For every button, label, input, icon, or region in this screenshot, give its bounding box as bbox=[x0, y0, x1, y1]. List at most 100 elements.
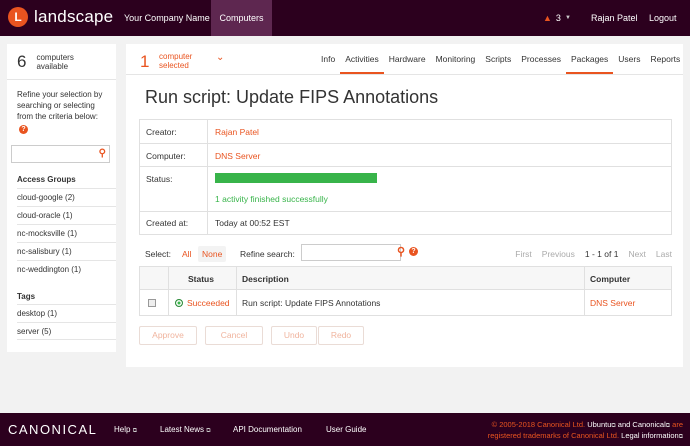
row-description: Run script: Update FIPS Annotations bbox=[242, 298, 381, 308]
selected-label[interactable]: computer selected bbox=[159, 52, 209, 70]
access-group-item[interactable]: nc-salisbury (1) bbox=[17, 242, 116, 260]
undo-button[interactable]: Undo bbox=[271, 326, 317, 345]
tab-processes[interactable]: Processes bbox=[516, 44, 566, 74]
footer-guide-link[interactable]: User Guide bbox=[326, 425, 366, 434]
pagination: First Previous 1 - 1 of 1 Next Last bbox=[515, 249, 672, 259]
column-divider bbox=[584, 267, 585, 315]
first-page-link[interactable]: First bbox=[515, 249, 532, 259]
main-panel: 1 computer selected ⌄ Info Activities Ha… bbox=[126, 44, 683, 367]
divider bbox=[7, 79, 116, 80]
ubuntu-link[interactable]: Ubuntu bbox=[587, 420, 611, 429]
tab-scripts[interactable]: Scripts bbox=[480, 44, 516, 74]
created-value: Today at 00:52 EST bbox=[215, 218, 290, 228]
row-computer-link[interactable]: DNS Server bbox=[590, 298, 635, 308]
computer-label: Computer: bbox=[146, 151, 186, 161]
status-progress-bar bbox=[215, 173, 377, 183]
legal-notice: © 2005-2018 Canonical Ltd. Ubuntu⧉ and C… bbox=[468, 420, 683, 442]
select-label: Select: bbox=[145, 249, 171, 259]
computers-count: 6 computers available bbox=[17, 52, 86, 72]
external-link-icon: ⧉ bbox=[132, 428, 137, 434]
status-column-header[interactable]: Status bbox=[188, 274, 214, 284]
nav-company-link[interactable]: Your Company Name bbox=[114, 0, 220, 36]
search-icon[interactable]: ⚲ bbox=[397, 245, 405, 258]
refine-search-input[interactable] bbox=[301, 244, 401, 261]
access-group-item[interactable]: nc-weddington (1) bbox=[17, 260, 116, 278]
access-group-item[interactable]: cloud-oracle (1) bbox=[17, 206, 116, 224]
row-status-text: Succeeded bbox=[187, 298, 230, 308]
alert-count: 3 bbox=[555, 13, 561, 23]
status-text: 1 activity finished successfully bbox=[215, 194, 328, 204]
tab-info[interactable]: Info bbox=[316, 44, 340, 74]
alerts-menu[interactable]: ▲ 3 ▼ bbox=[543, 0, 571, 36]
top-navigation-bar: L landscape Your Company Name Computers … bbox=[0, 0, 690, 36]
tab-monitoring[interactable]: Monitoring bbox=[431, 44, 481, 74]
select-all-link[interactable]: All bbox=[182, 249, 191, 259]
landscape-logo-icon: L bbox=[8, 7, 28, 27]
redo-button[interactable]: Redo bbox=[318, 326, 364, 345]
selected-count[interactable]: 1 bbox=[140, 52, 149, 72]
progress-fill bbox=[215, 173, 377, 183]
help-icon[interactable]: ? bbox=[19, 125, 28, 134]
row-divider bbox=[140, 143, 671, 144]
help-link-text: Help bbox=[114, 425, 131, 434]
divider bbox=[126, 74, 683, 75]
copyright-text: © 2005-2018 Canonical Ltd. bbox=[491, 420, 586, 429]
tag-item[interactable]: desktop (1) bbox=[17, 304, 116, 322]
previous-page-link[interactable]: Previous bbox=[542, 249, 575, 259]
next-page-link[interactable]: Next bbox=[628, 249, 645, 259]
logo-text: landscape bbox=[34, 7, 114, 26]
activities-table: Status Description Computer Succeeded Ru… bbox=[139, 266, 672, 316]
external-link-icon: ⧉ bbox=[611, 423, 616, 429]
tags-heading: Tags bbox=[17, 292, 36, 301]
help-icon[interactable]: ? bbox=[409, 247, 418, 256]
access-group-item[interactable]: nc-mocksville (1) bbox=[17, 224, 116, 242]
row-divider bbox=[140, 211, 671, 212]
approve-button[interactable]: Approve bbox=[139, 326, 197, 345]
column-divider bbox=[168, 267, 169, 315]
external-link-icon: ⧉ bbox=[206, 428, 211, 434]
trademark-text: registered trademarks of Canonical Ltd. bbox=[487, 431, 620, 440]
user-menu[interactable]: Rajan Patel bbox=[591, 0, 638, 36]
refine-instructions: Refine your selection by searching or se… bbox=[17, 90, 103, 121]
description-column-header[interactable]: Description bbox=[242, 274, 289, 284]
landscape-logo[interactable]: L landscape bbox=[8, 7, 113, 27]
computers-count-number: 6 bbox=[17, 52, 27, 71]
computer-column-header[interactable]: Computer bbox=[590, 274, 630, 284]
tab-reports[interactable]: Reports bbox=[646, 44, 686, 74]
row-status[interactable]: Succeeded bbox=[175, 298, 230, 308]
access-group-item[interactable]: cloud-google (2) bbox=[17, 188, 116, 206]
external-link-icon: ⧉ bbox=[665, 423, 671, 429]
nav-computers-link[interactable]: Computers bbox=[211, 0, 272, 36]
selection-sidebar: 6 computers available Refine your select… bbox=[7, 44, 116, 352]
page-range: 1 - 1 of 1 bbox=[584, 249, 619, 259]
tab-activities[interactable]: Activities bbox=[340, 44, 384, 74]
canonical-link[interactable]: Canonical bbox=[632, 420, 665, 429]
column-divider bbox=[207, 120, 208, 234]
footer-news-link[interactable]: Latest News ⧉ bbox=[160, 425, 211, 435]
logout-link[interactable]: Logout bbox=[649, 0, 677, 36]
tab-hardware[interactable]: Hardware bbox=[384, 44, 431, 74]
tag-item[interactable]: server (5) bbox=[17, 322, 116, 340]
footer-help-link[interactable]: Help ⧉ bbox=[114, 425, 137, 435]
chevron-down-icon[interactable]: ⌄ bbox=[216, 52, 224, 63]
search-icon[interactable]: ⚲ bbox=[99, 148, 106, 159]
tab-packages[interactable]: Packages bbox=[565, 44, 614, 74]
footer-api-link[interactable]: API Documentation bbox=[233, 425, 302, 434]
tab-users[interactable]: Users bbox=[613, 44, 645, 74]
news-link-text: Latest News bbox=[160, 425, 205, 434]
creator-link[interactable]: Rajan Patel bbox=[215, 127, 259, 137]
select-none-link[interactable]: None bbox=[198, 246, 227, 262]
last-page-link[interactable]: Last bbox=[656, 249, 672, 259]
legal-information-link[interactable]: Legal information bbox=[621, 431, 679, 440]
sidebar-search-input[interactable]: ⚲ bbox=[11, 145, 110, 163]
creator-label: Creator: bbox=[146, 127, 177, 137]
row-checkbox[interactable] bbox=[148, 299, 156, 307]
computer-link[interactable]: DNS Server bbox=[215, 151, 260, 161]
page-title: Run script: Update FIPS Annotations bbox=[145, 87, 439, 107]
cancel-button[interactable]: Cancel bbox=[205, 326, 263, 345]
footer: CANONICAL Help ⧉ Latest News ⧉ API Docum… bbox=[0, 413, 690, 446]
success-icon bbox=[175, 299, 183, 307]
legal-and: and bbox=[617, 420, 631, 429]
canonical-logo[interactable]: CANONICAL bbox=[8, 422, 97, 437]
computers-count-label: computers available bbox=[36, 53, 74, 71]
